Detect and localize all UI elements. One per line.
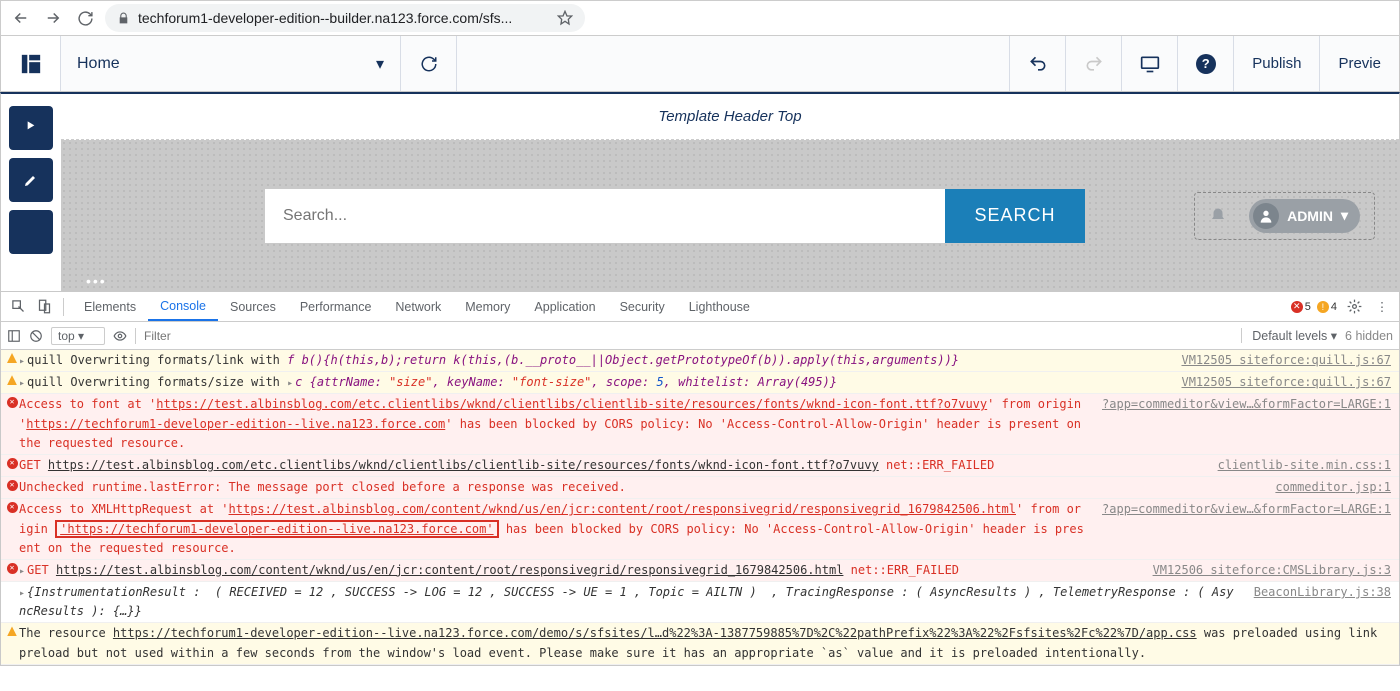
user-region[interactable]: ADMIN ▾	[1194, 192, 1375, 240]
browser-toolbar: techforum1-developer-edition--builder.na…	[0, 0, 1400, 36]
sidebar-toggle-icon[interactable]	[7, 329, 21, 343]
theme-tool[interactable]	[9, 158, 53, 202]
source-link[interactable]: VM12505 siteforce:quill.js:67	[1181, 373, 1391, 392]
page-selector[interactable]: Home ▾	[61, 36, 401, 91]
device-toggle-icon[interactable]	[33, 296, 55, 318]
drag-handle-icon[interactable]: •••	[86, 273, 107, 289]
gear-icon[interactable]	[1343, 296, 1365, 318]
console-line: The resource https://techforum1-develope…	[1, 623, 1399, 664]
hero-section: SEARCH ADMIN ▾	[61, 140, 1399, 291]
star-icon[interactable]	[557, 10, 573, 26]
tab-network[interactable]: Network	[383, 292, 453, 321]
console-output: ▸quill Overwriting formats/link with f b…	[1, 350, 1399, 665]
builder-refresh[interactable]	[401, 36, 457, 91]
source-link[interactable]: VM12506 siteforce:CMSLibrary.js:3	[1153, 561, 1391, 580]
builder-logo[interactable]	[1, 36, 61, 91]
source-link[interactable]: clientlib-site.min.css:1	[1218, 456, 1391, 475]
clear-console-icon[interactable]	[29, 329, 43, 343]
help-icon: ?	[1196, 54, 1216, 74]
source-link[interactable]: commeditor.jsp:1	[1275, 478, 1391, 497]
template-header-slot[interactable]: Template Header Top	[61, 94, 1399, 140]
components-tool[interactable]	[9, 106, 53, 150]
caret-down-icon: ▾	[1341, 207, 1348, 224]
source-link[interactable]: BeaconLibrary.js:38	[1254, 583, 1391, 621]
filter-input[interactable]	[144, 329, 1233, 343]
publish-button[interactable]: Publish	[1233, 36, 1319, 91]
hidden-count: 6 hidden	[1345, 329, 1393, 343]
avatar-icon	[1253, 203, 1279, 229]
tab-memory[interactable]: Memory	[453, 292, 522, 321]
source-link[interactable]: VM12505 siteforce:quill.js:67	[1181, 351, 1391, 370]
search-button[interactable]: SEARCH	[945, 189, 1085, 243]
help-button[interactable]: ?	[1177, 36, 1233, 91]
search-input[interactable]	[265, 189, 945, 243]
tab-elements[interactable]: Elements	[72, 292, 148, 321]
inspect-icon[interactable]	[7, 296, 29, 318]
console-line: ✕GET https://test.albinsblog.com/etc.cli…	[1, 455, 1399, 477]
console-line: ✕Access to XMLHttpRequest at 'https://te…	[1, 499, 1399, 560]
tab-lighthouse[interactable]: Lighthouse	[677, 292, 762, 321]
desktop-view-button[interactable]	[1121, 36, 1177, 91]
console-line: ▸{InstrumentationResult : ( RECEIVED = 1…	[1, 582, 1399, 623]
log-levels[interactable]: Default levels ▾	[1241, 328, 1337, 343]
console-line: ✕Access to font at 'https://test.albinsb…	[1, 394, 1399, 455]
forward-button[interactable]	[41, 6, 65, 30]
console-line: ▸quill Overwriting formats/size with ▸c …	[1, 372, 1399, 394]
tab-performance[interactable]: Performance	[288, 292, 384, 321]
preview-button[interactable]: Previe	[1319, 36, 1399, 91]
source-link[interactable]: ?app=commeditor&view…&formFactor=LARGE:1	[1102, 395, 1391, 453]
caret-down-icon: ▾	[376, 54, 384, 74]
page-name: Home	[77, 55, 120, 73]
redo-button[interactable]	[1065, 36, 1121, 91]
console-line: ▸quill Overwriting formats/link with f b…	[1, 350, 1399, 372]
canvas: Template Header Top SEARCH ADMIN ▾ •••	[0, 92, 1400, 292]
console-line: ✕▸GET https://test.albinsblog.com/conten…	[1, 560, 1399, 582]
console-line: ✕Unchecked runtime.lastError: The messag…	[1, 477, 1399, 499]
back-button[interactable]	[9, 6, 33, 30]
user-menu[interactable]: ADMIN ▾	[1249, 199, 1360, 233]
bell-icon[interactable]	[1209, 207, 1227, 225]
console-toolbar: top ▾ Default levels ▾ 6 hidden	[1, 322, 1399, 350]
devtools-tabs: ElementsConsoleSourcesPerformanceNetwork…	[1, 292, 1399, 322]
devtools: ElementsConsoleSourcesPerformanceNetwork…	[0, 292, 1400, 666]
side-tools	[9, 106, 53, 254]
reload-button[interactable]	[73, 6, 97, 30]
source-link[interactable]: ?app=commeditor&view…&formFactor=LARGE:1	[1102, 500, 1391, 558]
error-count[interactable]: ✕5	[1291, 301, 1311, 313]
lock-icon	[117, 12, 130, 25]
tab-console[interactable]: Console	[148, 292, 218, 321]
tab-application[interactable]: Application	[522, 292, 607, 321]
tab-sources[interactable]: Sources	[218, 292, 288, 321]
builder-toolbar: Home ▾ ? Publish Previe	[0, 36, 1400, 92]
address-bar[interactable]: techforum1-developer-edition--builder.na…	[105, 4, 585, 32]
tab-security[interactable]: Security	[608, 292, 677, 321]
live-expression-icon[interactable]	[113, 329, 127, 343]
user-name: ADMIN	[1287, 208, 1333, 224]
url-text: techforum1-developer-edition--builder.na…	[138, 10, 512, 26]
context-selector[interactable]: top ▾	[51, 327, 105, 345]
kebab-icon[interactable]: ⋮	[1371, 296, 1393, 318]
undo-button[interactable]	[1009, 36, 1065, 91]
settings-tool[interactable]	[9, 210, 53, 254]
search-row: SEARCH	[265, 189, 1085, 243]
warning-count[interactable]: !4	[1317, 301, 1337, 313]
